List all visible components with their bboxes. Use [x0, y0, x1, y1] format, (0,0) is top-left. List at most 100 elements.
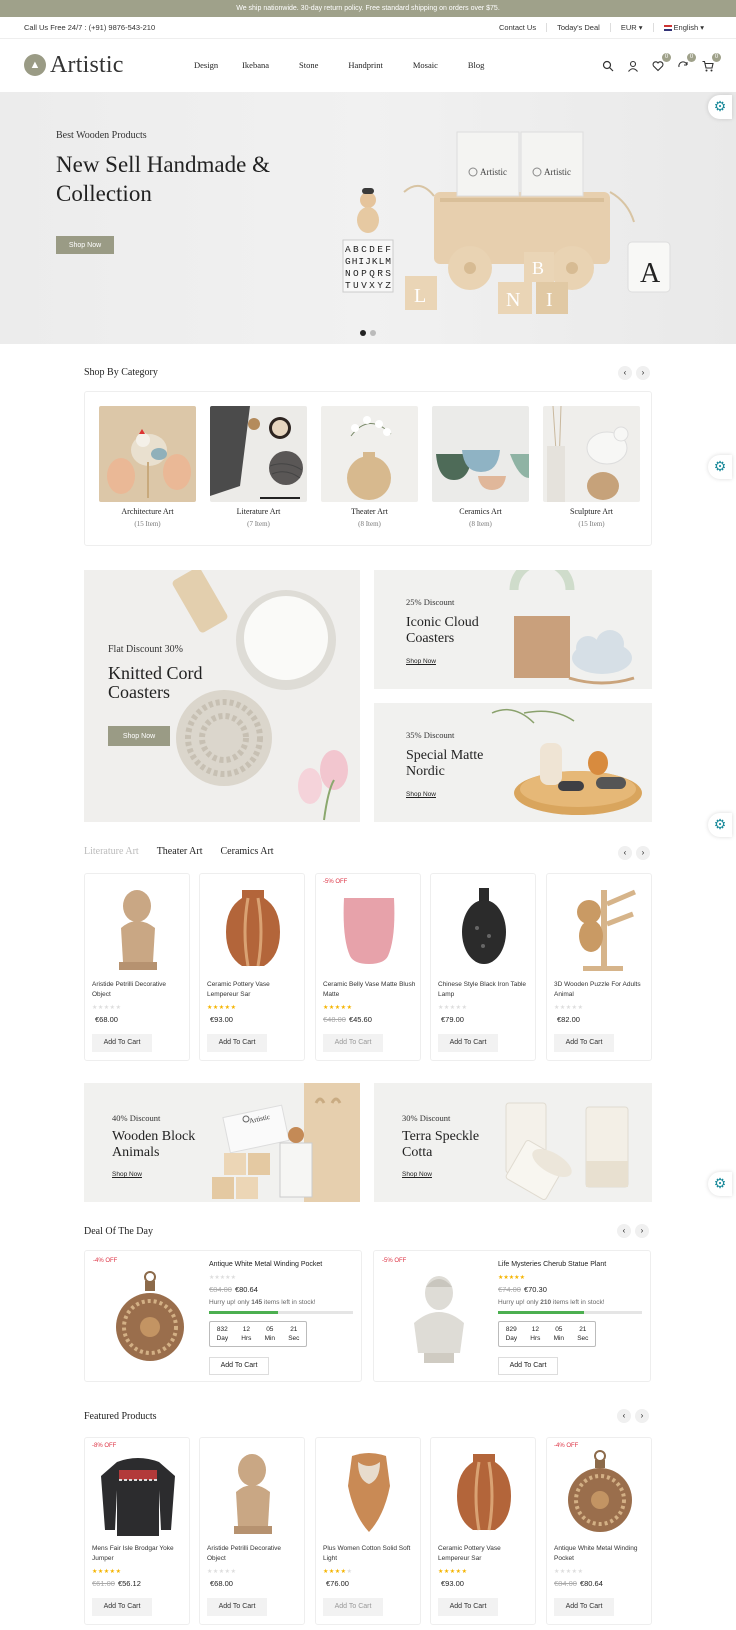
- product-card[interactable]: Ceramic Pottery Vase Lempereur Sar ★★★★★…: [199, 873, 305, 1061]
- add-to-cart-button[interactable]: Add To Cart: [92, 1598, 152, 1616]
- add-to-cart-button[interactable]: Add To Cart: [438, 1034, 498, 1052]
- deal-price: €84.00 €80.64: [209, 1285, 258, 1294]
- banner-title: Terra Speckle Cotta: [402, 1129, 480, 1160]
- wooden-block-banner[interactable]: Artistic 40% Discount Wooden Block Anima…: [84, 1083, 360, 1202]
- deal-carousel-arrows: ‹ ›: [617, 1224, 649, 1238]
- banner-shop-now-button[interactable]: Shop Now: [108, 726, 170, 746]
- add-to-cart-button[interactable]: Add To Cart: [498, 1357, 558, 1375]
- settings-gear-icon[interactable]: ⚙: [708, 455, 732, 479]
- settings-gear-icon[interactable]: ⚙: [708, 813, 732, 837]
- nav-stone[interactable]: Stone: [299, 60, 318, 70]
- currency-select[interactable]: EUR ▾: [609, 23, 653, 32]
- next-arrow-icon[interactable]: ›: [635, 1224, 649, 1238]
- prev-arrow-icon[interactable]: ‹: [617, 1224, 631, 1238]
- settings-gear-icon[interactable]: ⚙: [708, 95, 732, 119]
- add-to-cart-button[interactable]: Add To Cart: [207, 1598, 267, 1616]
- banner-shop-now-link[interactable]: Shop Now: [406, 658, 436, 665]
- category-card[interactable]: Ceramics Art (8 Item): [432, 406, 529, 528]
- add-to-cart-button[interactable]: Add To Cart: [209, 1357, 269, 1375]
- deal-card[interactable]: -4% OFF Antique White Metal Winding Pock…: [84, 1250, 362, 1382]
- compare-icon[interactable]: 0: [677, 53, 696, 71]
- product-card[interactable]: Ceramic Pottery Vase Lempereur Sar ★★★★★…: [430, 1437, 536, 1625]
- matte-nordic-banner[interactable]: 35% Discount Special Matte Nordic Shop N…: [374, 703, 652, 822]
- add-to-cart-button[interactable]: Add To Cart: [207, 1034, 267, 1052]
- settings-gear-icon[interactable]: ⚙: [708, 1172, 732, 1196]
- category-name: Sculpture Art: [570, 507, 613, 516]
- product-card[interactable]: Aristide Petrilli Decorative Object ★★★★…: [199, 1437, 305, 1625]
- product-card[interactable]: -8% OFF Mens Fair Isle Brodgar Yoke Jump…: [84, 1437, 190, 1625]
- next-arrow-icon[interactable]: ›: [636, 366, 650, 380]
- banner-discount: Flat Discount 30%: [108, 644, 183, 655]
- product-card[interactable]: Aristide Petrilli Decorative Object ★★★★…: [84, 873, 190, 1061]
- search-icon[interactable]: [602, 59, 614, 72]
- add-to-cart-button[interactable]: Add To Cart: [323, 1034, 383, 1052]
- terra-speckle-banner[interactable]: 30% Discount Terra Speckle Cotta Shop No…: [374, 1083, 652, 1202]
- nav-ikebana[interactable]: Ikebana: [242, 60, 269, 70]
- tab-theater-art[interactable]: Theater Art: [157, 846, 203, 857]
- nav-mosaic[interactable]: Mosaic: [413, 60, 438, 70]
- contact-link[interactable]: Contact Us: [489, 23, 546, 32]
- product-rating: ★★★★★: [92, 1005, 122, 1011]
- add-to-cart-button[interactable]: Add To Cart: [554, 1034, 614, 1052]
- add-to-cart-button[interactable]: Add To Cart: [554, 1598, 614, 1616]
- product-name: Ceramic Pottery Vase Lempereur Sar: [207, 981, 270, 998]
- timer-days: 832 Day: [216, 1326, 229, 1342]
- add-to-cart-button[interactable]: Add To Cart: [323, 1598, 383, 1616]
- timer-minutes: 05 Min: [553, 1326, 565, 1342]
- svg-text:L: L: [414, 285, 426, 307]
- banner-shop-now-link[interactable]: Shop Now: [402, 1171, 432, 1178]
- banner-title: Wooden Block Animals: [112, 1129, 196, 1160]
- product-card[interactable]: Chinese Style Black Iron Table Lamp ★★★★…: [430, 873, 536, 1061]
- category-card[interactable]: Theater Art (8 Item): [321, 406, 418, 528]
- category-image: [432, 406, 529, 502]
- tab-ceramics-art[interactable]: Ceramics Art: [221, 846, 274, 857]
- account-icon[interactable]: [627, 59, 639, 72]
- nav-handprint[interactable]: Handprint: [348, 60, 382, 70]
- logo[interactable]: ▲ Artistic: [24, 52, 124, 79]
- banner-shop-now-link[interactable]: Shop Now: [406, 791, 436, 798]
- cart-icon[interactable]: 0: [702, 53, 721, 72]
- product-price: €84.00 €80.64: [554, 1579, 603, 1588]
- slider-dot[interactable]: [370, 330, 376, 336]
- product-card[interactable]: 3D Wooden Puzzle For Adults Animal ★★★★★…: [546, 873, 652, 1061]
- category-carousel: Architecture Art (15 Item) Literature Ar…: [84, 391, 652, 546]
- category-card[interactable]: Sculpture Art (15 Item): [543, 406, 640, 528]
- product-image: [348, 1453, 390, 1532]
- cloud-coasters-banner[interactable]: 25% Discount Iconic Cloud Coasters Shop …: [374, 570, 652, 689]
- next-arrow-icon[interactable]: ›: [636, 846, 650, 860]
- language-select[interactable]: English ▾: [652, 23, 714, 32]
- discount-badge: -4% OFF: [93, 1258, 118, 1264]
- nav-blog[interactable]: Blog: [468, 60, 485, 70]
- countdown-timer: 832 Day 12 Hrs 05 Min 21 Sec: [209, 1321, 307, 1347]
- next-arrow-icon[interactable]: ›: [635, 1409, 649, 1423]
- category-carousel-arrows: ‹ ›: [618, 366, 650, 380]
- add-to-cart-button[interactable]: Add To Cart: [438, 1598, 498, 1616]
- product-price: €76.00: [326, 1579, 349, 1588]
- product-card[interactable]: -4% OFF Antique White Metal Winding Pock…: [546, 1437, 652, 1625]
- prev-arrow-icon[interactable]: ‹: [618, 846, 632, 860]
- banner-discount: 35% Discount: [406, 730, 455, 740]
- tab-literature-art[interactable]: Literature Art: [84, 846, 139, 857]
- stock-progress-fill: [209, 1311, 279, 1314]
- todays-deal-link[interactable]: Today's Deal: [546, 23, 610, 32]
- slider-dot[interactable]: [360, 330, 366, 336]
- stock-progress-bar: [209, 1311, 353, 1314]
- prev-arrow-icon[interactable]: ‹: [617, 1409, 631, 1423]
- wishlist-icon[interactable]: 0: [652, 53, 671, 72]
- nav-design[interactable]: Design: [194, 60, 218, 70]
- product-price: €68.00: [210, 1579, 233, 1588]
- product-card[interactable]: -5% OFF Ceramic Belly Vase Matte Blush M…: [315, 873, 421, 1061]
- knitted-coasters-banner[interactable]: Flat Discount 30% Knitted Cord Coasters …: [84, 570, 360, 822]
- deal-card[interactable]: -5% OFF Life Mysteries Cherub Statue Pla…: [373, 1250, 651, 1382]
- product-price: €48.00 €45.60: [323, 1015, 372, 1024]
- product-card[interactable]: Plus Women Cotton Solid Soft Light ★★★★★…: [315, 1437, 421, 1625]
- add-to-cart-button[interactable]: Add To Cart: [92, 1034, 152, 1052]
- product-image: [234, 1454, 272, 1534]
- prev-arrow-icon[interactable]: ‹: [618, 366, 632, 380]
- category-card[interactable]: Architecture Art (15 Item): [99, 406, 196, 528]
- top-bar: Call Us Free 24/7 : (+91) 9876-543-210 C…: [0, 17, 736, 39]
- banner-title: Special Matte Nordic: [406, 748, 484, 779]
- category-card[interactable]: Literature Art (7 Item): [210, 406, 307, 528]
- banner-shop-now-link[interactable]: Shop Now: [112, 1171, 142, 1178]
- slider-dots: [360, 330, 376, 336]
